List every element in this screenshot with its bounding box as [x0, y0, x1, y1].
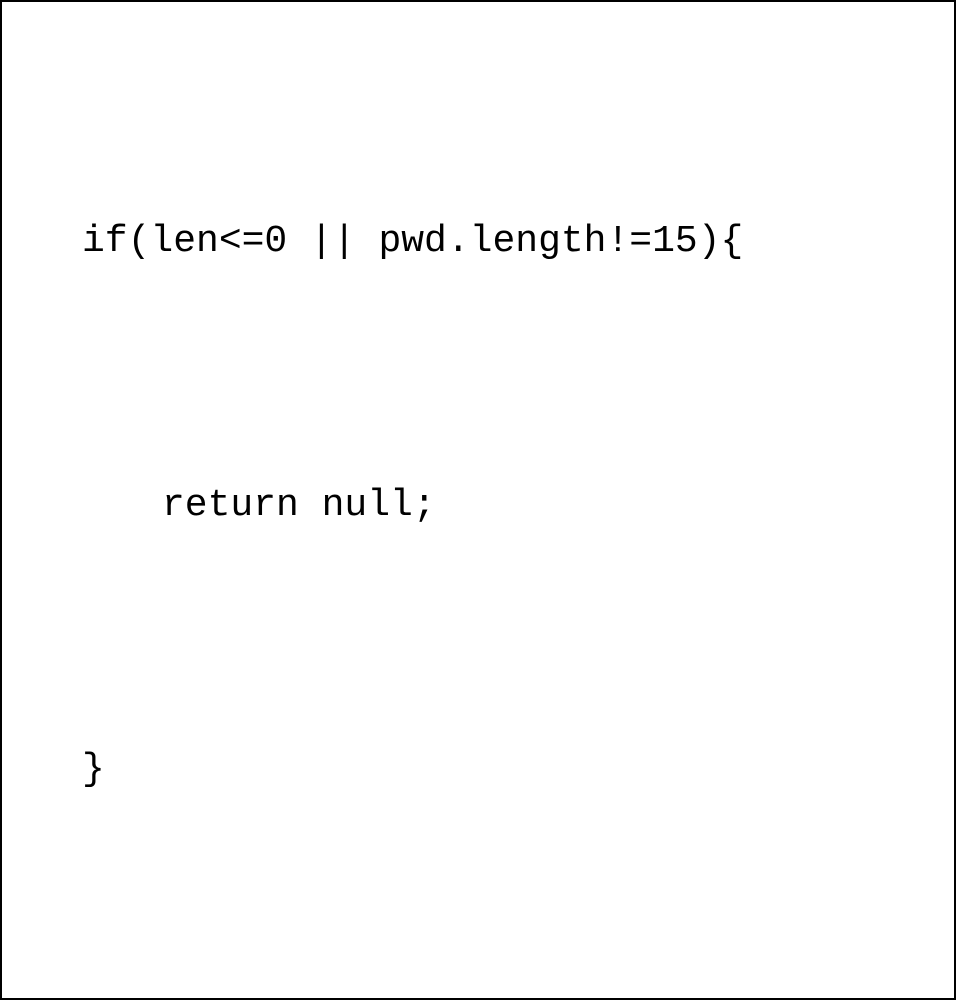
code-page: if(len<=0 || pwd.length!=15){ return nul… [0, 0, 956, 1000]
code-line: } [2, 726, 954, 814]
code-block: if(len<=0 || pwd.length!=15){ return nul… [2, 22, 954, 1000]
code-line: return null; [2, 462, 954, 550]
code-line: int p=0; [2, 990, 954, 1000]
code-line: if(len<=0 || pwd.length!=15){ [2, 198, 954, 286]
